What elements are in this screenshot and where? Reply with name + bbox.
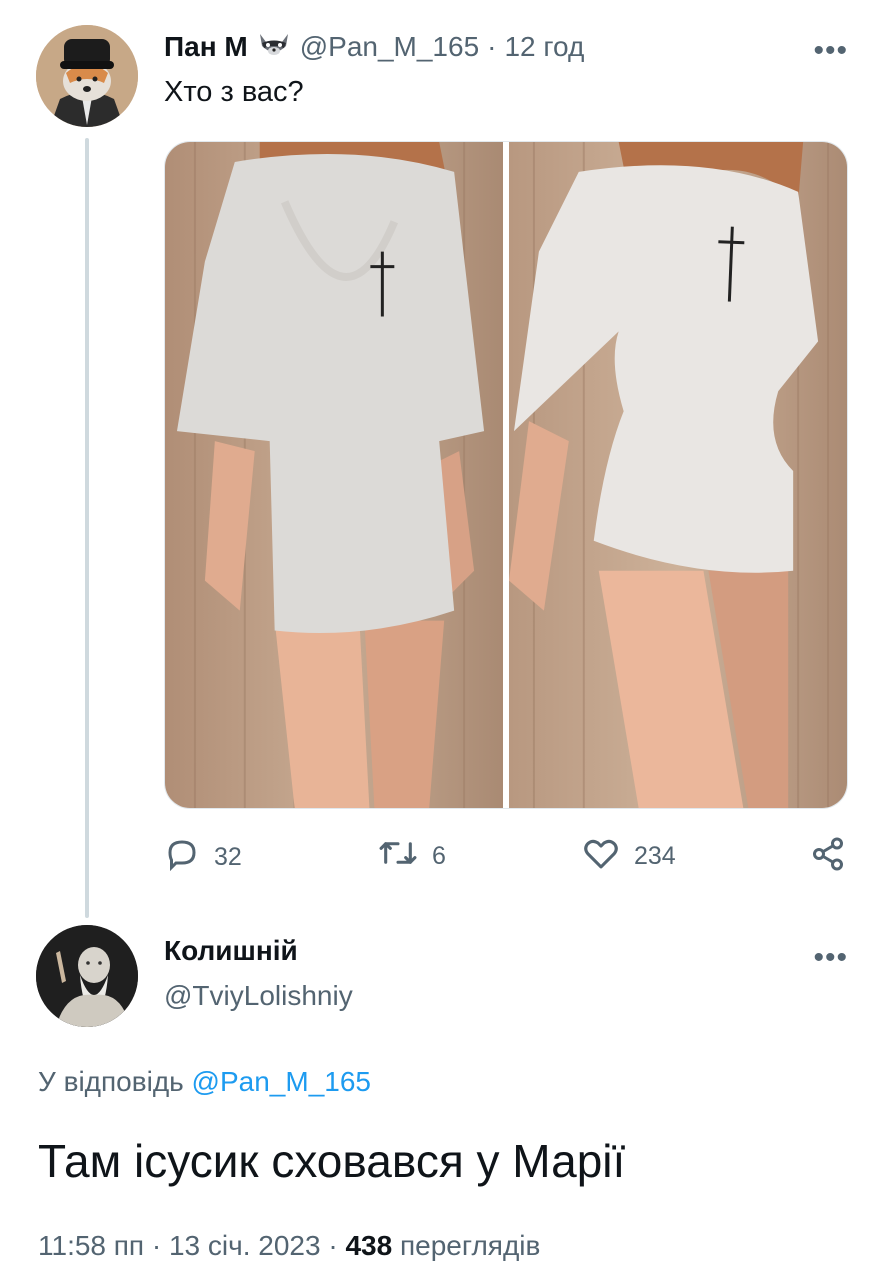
tweet-text: Там ісусик сховався у Марії bbox=[38, 1135, 626, 1187]
like-count: 234 bbox=[634, 842, 676, 870]
tweet-media[interactable] bbox=[164, 141, 848, 809]
author-handle[interactable]: @TviyLolishniy bbox=[164, 980, 353, 1012]
reply-prefix: У відповідь bbox=[38, 1066, 184, 1097]
tweet-meta: 11:58 пп · 13 січ. 2023 · 438 переглядів bbox=[38, 1230, 540, 1262]
like-button[interactable]: 234 bbox=[582, 836, 676, 877]
tweet-actions: 32 6 234 bbox=[164, 836, 848, 880]
avatar[interactable] bbox=[36, 925, 138, 1027]
tweet-text: Хто з вас? bbox=[164, 76, 304, 108]
retweet-icon bbox=[378, 836, 418, 877]
tweet-thread: Пан М @Pan_M_165 · 12 год ••• Хто з вас? bbox=[0, 0, 884, 1280]
retweet-count: 6 bbox=[432, 842, 446, 870]
share-icon bbox=[810, 836, 846, 879]
reply-icon bbox=[164, 836, 200, 879]
separator-dot: · bbox=[328, 1230, 338, 1261]
tweet-header: Пан М @Pan_M_165 · 12 год bbox=[164, 28, 584, 65]
raccoon-icon bbox=[256, 28, 292, 65]
separator-dot: · bbox=[487, 30, 497, 62]
retweet-button[interactable]: 6 bbox=[378, 836, 446, 877]
reply-context: У відповідь @Pan_M_165 bbox=[38, 1066, 371, 1098]
reply-count: 32 bbox=[214, 843, 242, 871]
author-handle[interactable]: @Pan_M_165 bbox=[300, 31, 479, 63]
like-icon bbox=[582, 836, 620, 877]
tweet-time[interactable]: 11:58 пп bbox=[38, 1230, 144, 1261]
author-name[interactable]: Колишній bbox=[164, 935, 298, 967]
more-icon[interactable]: ••• bbox=[813, 36, 848, 66]
author-name[interactable]: Пан М bbox=[164, 31, 248, 63]
reply-button[interactable]: 32 bbox=[164, 836, 242, 879]
photo-right[interactable] bbox=[509, 142, 847, 808]
views-label: переглядів bbox=[399, 1230, 541, 1261]
separator-dot: · bbox=[151, 1230, 162, 1261]
avatar[interactable] bbox=[36, 25, 138, 127]
share-button[interactable] bbox=[810, 836, 846, 879]
views-count: 438 bbox=[345, 1230, 393, 1261]
reply-handle-link[interactable]: @Pan_M_165 bbox=[192, 1066, 371, 1097]
tweet-date[interactable]: 13 січ. 2023 bbox=[169, 1230, 321, 1261]
more-icon[interactable]: ••• bbox=[813, 943, 848, 973]
thread-line bbox=[85, 138, 89, 918]
tweet-time[interactable]: 12 год bbox=[504, 31, 584, 63]
photo-left[interactable] bbox=[165, 142, 503, 808]
